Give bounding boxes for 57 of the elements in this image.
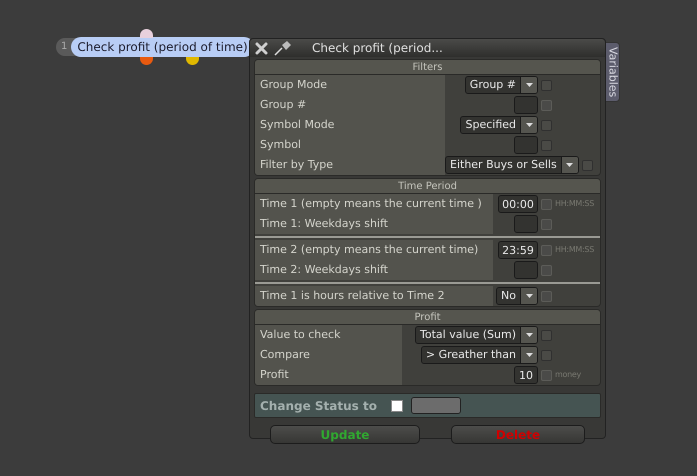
field-label: Symbol (255, 135, 445, 155)
input-port[interactable] (140, 29, 153, 38)
dropdown-value: Total value (Sum) (419, 327, 517, 343)
field-label: Time 2 (empty means the current time) (255, 240, 493, 260)
dropdown[interactable]: Total value (Sum) (415, 326, 538, 344)
dropdown-value: Either Buys or Sells (449, 157, 558, 173)
input-field[interactable] (514, 136, 538, 154)
input-field[interactable] (514, 96, 538, 114)
dropdown[interactable]: > Greather than (420, 346, 538, 364)
caret-icon (560, 157, 578, 173)
output-port[interactable] (186, 57, 199, 65)
caret-icon (520, 327, 537, 343)
dropdown-value: No (500, 288, 517, 304)
input-field[interactable]: 23:59 (498, 241, 538, 259)
checkbox[interactable] (541, 370, 552, 380)
dropdown-value: Group # (468, 77, 517, 93)
close-icon[interactable] (255, 42, 268, 54)
input-field[interactable]: 00:00 (498, 195, 538, 213)
caret-icon (520, 117, 537, 133)
color-swatch[interactable] (410, 397, 461, 414)
section-header: Filters (255, 60, 600, 75)
input-field[interactable]: 10 (514, 366, 538, 384)
checkbox[interactable] (541, 264, 552, 276)
checkbox[interactable] (541, 100, 552, 110)
field-label: Time 2: Weekdays shift (255, 260, 493, 280)
pin-icon[interactable] (274, 40, 292, 56)
field-label: Symbol Mode (255, 115, 445, 135)
input-field[interactable] (514, 215, 538, 233)
dropdown-value: Specified (464, 117, 517, 133)
field-label: Filter by Type (255, 155, 445, 175)
dropdown[interactable]: Group # (464, 76, 538, 94)
dropdown-value: > Greather than (424, 347, 517, 363)
section-header: Time Period (255, 179, 600, 194)
field-label: Group Mode (255, 75, 445, 95)
window-title: Check profit (period... (312, 40, 443, 57)
field-label: Time 1 (empty means the current time ) (255, 194, 493, 214)
field-label: Value to check (255, 325, 402, 345)
section-header: Profit (255, 310, 600, 325)
dropdown[interactable]: No (496, 287, 538, 305)
checkbox[interactable] (541, 218, 552, 230)
field-label: Profit (255, 365, 402, 385)
output-port[interactable] (140, 57, 153, 65)
field-label: Time 1 is hours relative to Time 2 (255, 286, 493, 306)
status-checkbox[interactable] (390, 400, 403, 412)
input-field[interactable] (514, 261, 538, 279)
field-label: Compare (255, 345, 402, 365)
caret-icon (520, 77, 537, 93)
field-label: Time 1: Weekdays shift (255, 214, 493, 234)
checkbox[interactable] (541, 198, 552, 210)
caret-icon (520, 347, 537, 363)
checkbox[interactable] (541, 244, 552, 256)
caret-icon (520, 288, 537, 304)
dropdown[interactable]: Either Buys or Sells (445, 156, 579, 174)
field-label: Group # (255, 95, 445, 115)
status-label: Change Status to (260, 398, 377, 414)
dropdown[interactable]: Specified (460, 116, 538, 134)
checkbox[interactable] (541, 290, 552, 302)
